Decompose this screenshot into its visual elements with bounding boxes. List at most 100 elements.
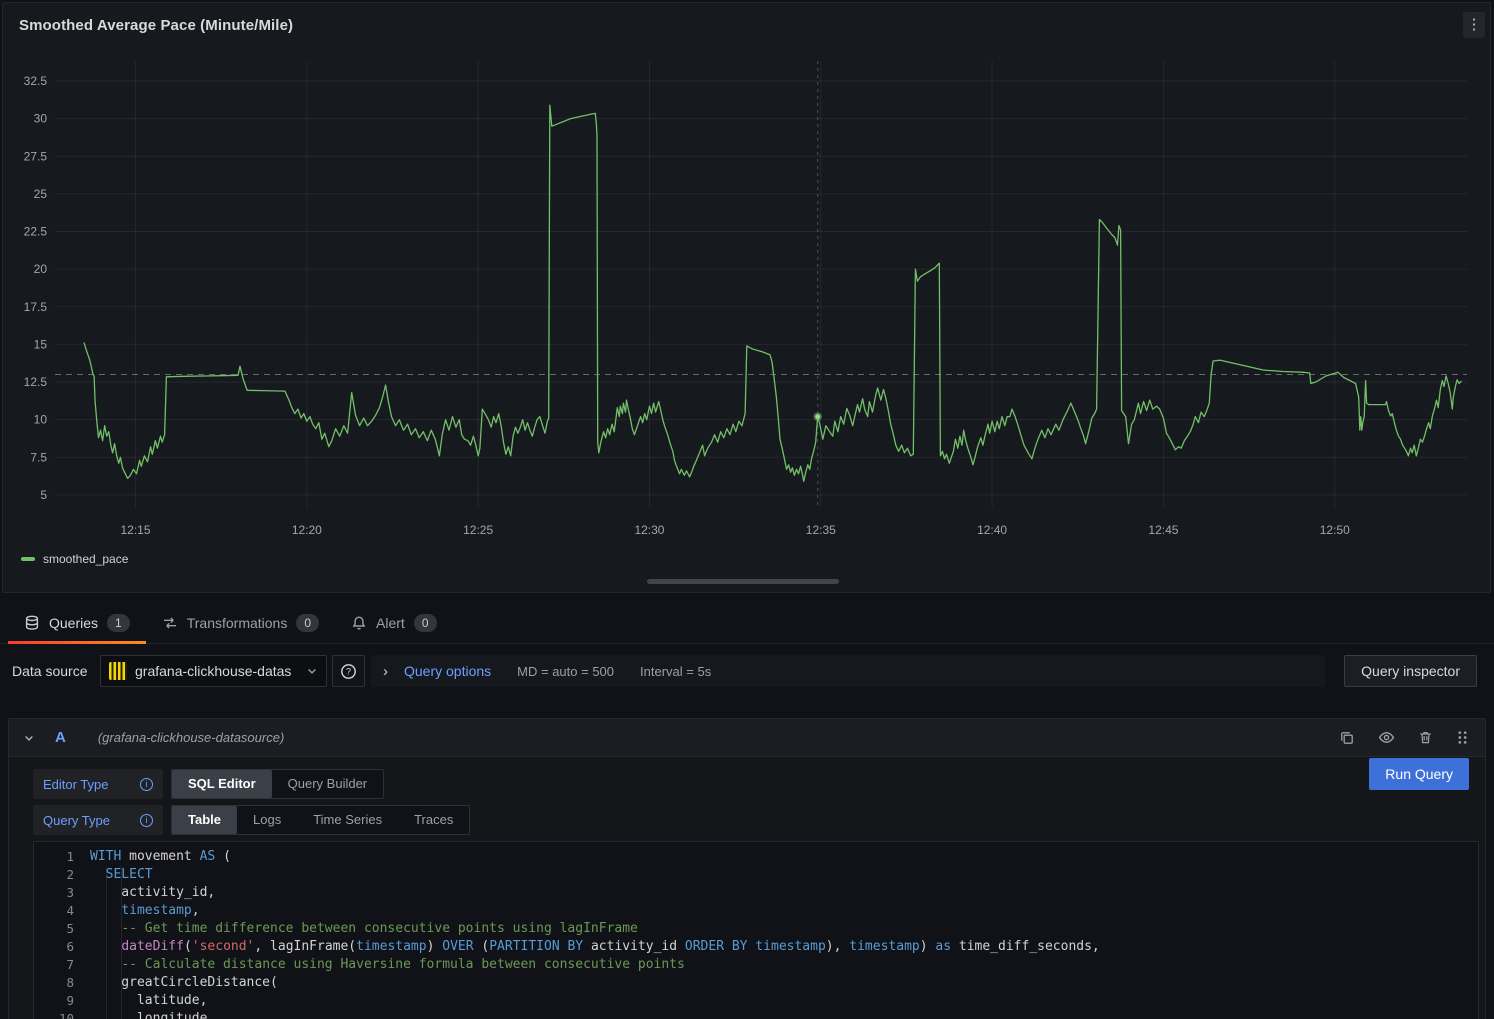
code-line[interactable]: 9 latitude, bbox=[34, 992, 1478, 1010]
svg-text:12:45: 12:45 bbox=[1148, 523, 1178, 537]
bell-icon bbox=[351, 615, 367, 631]
code-line[interactable]: 3 activity_id, bbox=[34, 884, 1478, 902]
svg-text:30: 30 bbox=[34, 112, 48, 126]
option-sql-editor[interactable]: SQL Editor bbox=[172, 770, 272, 798]
svg-text:32.5: 32.5 bbox=[24, 74, 48, 88]
expand-options-icon[interactable]: › bbox=[383, 664, 388, 679]
svg-text:?: ? bbox=[346, 666, 351, 676]
option-traces[interactable]: Traces bbox=[398, 806, 469, 834]
svg-text:12.5: 12.5 bbox=[24, 375, 48, 389]
run-query-button[interactable]: Run Query bbox=[1369, 758, 1469, 790]
svg-text:22.5: 22.5 bbox=[24, 225, 48, 239]
tab-label: Queries bbox=[49, 615, 98, 631]
chart-panel: Smoothed Average Pace (Minute/Mile) ⋮ 32… bbox=[2, 2, 1491, 593]
time-series-chart[interactable]: 32.53027.52522.52017.51512.5107.5512:151… bbox=[11, 53, 1483, 543]
code-line[interactable]: 5 -- Get time difference between consecu… bbox=[34, 920, 1478, 938]
option-time-series[interactable]: Time Series bbox=[297, 806, 398, 834]
sql-code: 1WITH movement AS (2 SELECT3 activity_id… bbox=[34, 848, 1478, 1019]
svg-text:12:30: 12:30 bbox=[634, 523, 664, 537]
process-icon bbox=[162, 615, 178, 631]
datasource-toolbar: Data source grafana-clickhouse-datas ? ›… bbox=[0, 655, 1494, 689]
editor-type-label-box: Editor Type i bbox=[33, 769, 163, 799]
query-type-label-box: Query Type i bbox=[33, 805, 163, 835]
code-line[interactable]: 8 greatCircleDistance( bbox=[34, 974, 1478, 992]
tab-alert[interactable]: Alert 0 bbox=[335, 602, 452, 643]
legend-swatch bbox=[21, 557, 35, 561]
info-icon[interactable]: i bbox=[140, 778, 153, 791]
chevron-down-icon bbox=[306, 665, 318, 677]
query-editor-card: A (grafana-clickhouse-datasource) bbox=[8, 718, 1486, 1019]
line-number: 1 bbox=[34, 848, 90, 866]
panel-menu-icon[interactable]: ⋮ bbox=[1463, 12, 1485, 38]
svg-text:12:20: 12:20 bbox=[292, 523, 322, 537]
datasource-picker[interactable]: grafana-clickhouse-datas bbox=[100, 655, 327, 687]
active-tab-underline bbox=[8, 641, 146, 644]
tab-badge: 0 bbox=[414, 614, 437, 632]
duplicate-query-icon[interactable] bbox=[1337, 728, 1357, 748]
code-line[interactable]: 1WITH movement AS ( bbox=[34, 848, 1478, 866]
svg-text:12:15: 12:15 bbox=[121, 523, 151, 537]
query-datasource-hint: (grafana-clickhouse-datasource) bbox=[98, 730, 284, 745]
info-icon[interactable]: i bbox=[140, 814, 153, 827]
query-type-label: Query Type bbox=[43, 813, 110, 828]
collapse-chevron-icon[interactable] bbox=[23, 732, 35, 744]
hide-query-eye-icon[interactable] bbox=[1376, 727, 1397, 748]
datasource-value: grafana-clickhouse-datas bbox=[135, 663, 298, 679]
svg-text:7.5: 7.5 bbox=[30, 450, 47, 464]
line-number: 9 bbox=[34, 992, 90, 1010]
svg-text:17.5: 17.5 bbox=[24, 300, 48, 314]
code-line[interactable]: 10 longitude, bbox=[34, 1010, 1478, 1019]
database-icon bbox=[24, 615, 40, 631]
code-line[interactable]: 6 dateDiff('second', lagInFrame(timestam… bbox=[34, 938, 1478, 956]
panel-resize-handle[interactable] bbox=[647, 579, 839, 584]
legend: smoothed_pace bbox=[21, 552, 128, 566]
query-type-toggle: Table Logs Time Series Traces bbox=[171, 805, 470, 835]
delete-query-trash-icon[interactable] bbox=[1416, 728, 1435, 747]
option-logs[interactable]: Logs bbox=[237, 806, 297, 834]
query-inspector-button[interactable]: Query inspector bbox=[1344, 655, 1477, 687]
line-number: 8 bbox=[34, 974, 90, 992]
sql-editor[interactable]: 1WITH movement AS (2 SELECT3 activity_id… bbox=[33, 841, 1479, 1019]
svg-text:12:35: 12:35 bbox=[806, 523, 836, 537]
tab-label: Alert bbox=[376, 615, 405, 631]
line-number: 3 bbox=[34, 884, 90, 902]
svg-text:27.5: 27.5 bbox=[24, 149, 48, 163]
max-datapoints-summary: MD = auto = 500 bbox=[517, 664, 614, 679]
line-number: 4 bbox=[34, 902, 90, 920]
tab-queries[interactable]: Queries 1 bbox=[8, 602, 146, 643]
query-options-strip: › Query options MD = auto = 500 Interval… bbox=[371, 655, 1325, 687]
code-line[interactable]: 7 -- Calculate distance using Haversine … bbox=[34, 956, 1478, 974]
editor-type-row: Editor Type i SQL Editor Query Builder bbox=[33, 769, 1469, 799]
line-number: 2 bbox=[34, 866, 90, 884]
legend-label[interactable]: smoothed_pace bbox=[43, 552, 128, 566]
datasource-help-button[interactable]: ? bbox=[332, 655, 365, 687]
svg-text:12:25: 12:25 bbox=[463, 523, 493, 537]
option-query-builder[interactable]: Query Builder bbox=[272, 770, 383, 798]
svg-text:12:40: 12:40 bbox=[977, 523, 1007, 537]
svg-text:12:50: 12:50 bbox=[1320, 523, 1350, 537]
option-table[interactable]: Table bbox=[172, 806, 237, 834]
panel-title: Smoothed Average Pace (Minute/Mile) bbox=[19, 17, 293, 34]
line-number: 7 bbox=[34, 956, 90, 974]
svg-text:25: 25 bbox=[34, 187, 48, 201]
line-number: 10 bbox=[34, 1010, 90, 1019]
query-row-header[interactable]: A (grafana-clickhouse-datasource) bbox=[9, 719, 1485, 757]
line-number: 6 bbox=[34, 938, 90, 956]
clickhouse-logo-icon bbox=[109, 662, 127, 680]
query-options-link[interactable]: Query options bbox=[404, 663, 491, 679]
code-line[interactable]: 4 timestamp, bbox=[34, 902, 1478, 920]
editor-type-label: Editor Type bbox=[43, 777, 109, 792]
tab-label: Transformations bbox=[187, 615, 288, 631]
drag-handle-grip-icon[interactable] bbox=[1454, 728, 1471, 747]
query-ref-id[interactable]: A bbox=[55, 729, 66, 746]
query-type-row: Query Type i Table Logs Time Series Trac… bbox=[33, 805, 1469, 835]
grafana-panel-editor: Smoothed Average Pace (Minute/Mile) ⋮ 32… bbox=[0, 0, 1494, 1019]
code-line[interactable]: 2 SELECT bbox=[34, 866, 1478, 884]
interval-summary: Interval = 5s bbox=[640, 664, 711, 679]
tab-badge: 0 bbox=[296, 614, 319, 632]
svg-text:5: 5 bbox=[40, 488, 47, 502]
svg-text:15: 15 bbox=[34, 337, 48, 351]
svg-text:10: 10 bbox=[34, 413, 48, 427]
tab-transformations[interactable]: Transformations 0 bbox=[146, 602, 335, 643]
editor-type-toggle: SQL Editor Query Builder bbox=[171, 769, 384, 799]
